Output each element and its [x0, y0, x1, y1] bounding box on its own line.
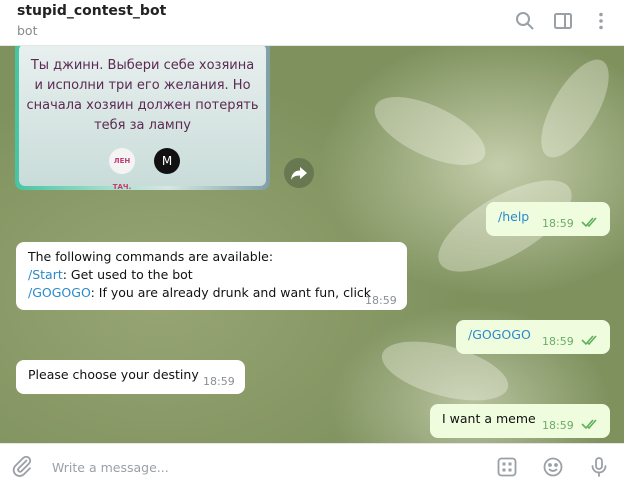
- incoming-message[interactable]: The following commands are available: /S…: [16, 242, 407, 310]
- more-vertical-icon[interactable]: [589, 9, 613, 33]
- message-text: I want a meme: [442, 411, 536, 426]
- message-time: 18:59: [542, 335, 574, 348]
- sticker-text: Ты джинн. Выбери себе хозяина и исполни …: [19, 56, 266, 136]
- bot-commands-icon[interactable]: [495, 455, 519, 479]
- emoji-icon[interactable]: [541, 455, 565, 479]
- chat-history[interactable]: Ты джинн. Выбери себе хозяина и исполни …: [0, 46, 624, 443]
- lentach-logo: ЛЕН ТАЧ.: [109, 148, 135, 191]
- sticker-text-line: Ты джинн. Выбери себе хозяина: [30, 58, 255, 73]
- message-time: 18:59: [542, 419, 574, 432]
- forward-button[interactable]: [284, 158, 314, 188]
- chat-status: bot: [17, 23, 38, 38]
- message-text: Please choose your destiny: [28, 367, 199, 382]
- message-text: : If you are already drunk and want fun,…: [90, 285, 372, 300]
- attach-icon[interactable]: [10, 454, 34, 478]
- message-time: 18:59: [203, 375, 235, 388]
- sticker-card-body: Ты джинн. Выбери себе хозяина и исполни …: [19, 46, 266, 191]
- sticker-card[interactable]: Ты джинн. Выбери себе хозяина и исполни …: [15, 46, 270, 191]
- bot-command-link[interactable]: /GOGOGO: [468, 327, 531, 342]
- sticker-text-line: тебя за лампу: [94, 118, 191, 133]
- message-text-line: /GOGOGO: If you are already drunk and wa…: [28, 284, 395, 302]
- message-text: The following commands are available:: [28, 249, 274, 264]
- chat-header: stupid_contest_bot bot: [0, 0, 624, 46]
- incoming-message[interactable]: Please choose your destiny 18:59: [16, 360, 245, 394]
- message-input[interactable]: [52, 456, 472, 478]
- message-composer: [0, 443, 624, 488]
- bot-command-link[interactable]: /Start: [28, 267, 63, 282]
- sticker-text-line: и исполни три его желания. Но: [34, 78, 251, 93]
- outgoing-message[interactable]: /GOGOGO 18:59: [456, 320, 610, 354]
- sidebar-toggle-icon[interactable]: [551, 9, 575, 33]
- brand-logo: M: [154, 148, 180, 174]
- chat-title[interactable]: stupid_contest_bot: [17, 3, 166, 19]
- background-decoration: [365, 82, 495, 180]
- microphone-icon[interactable]: [587, 455, 611, 479]
- message-text-line: /Start: Get used to the bot: [28, 266, 395, 284]
- outgoing-message[interactable]: /help 18:59: [486, 202, 610, 236]
- bot-command-link[interactable]: /GOGOGO: [28, 285, 91, 300]
- background-decoration: [528, 49, 622, 168]
- message-text: : Get used to the bot: [62, 267, 193, 282]
- message-time: 18:59: [542, 217, 574, 230]
- search-icon[interactable]: [513, 9, 537, 33]
- message-time: 18:59: [365, 294, 397, 307]
- read-receipt-icon: [581, 334, 601, 346]
- outgoing-message[interactable]: I want a meme 18:59: [430, 404, 610, 438]
- read-receipt-icon: [581, 216, 601, 228]
- bot-command-link[interactable]: /help: [498, 209, 529, 224]
- read-receipt-icon: [581, 418, 601, 430]
- forward-icon: [291, 167, 307, 180]
- sticker-text-line: сначала хозяин должен потерять: [26, 98, 259, 113]
